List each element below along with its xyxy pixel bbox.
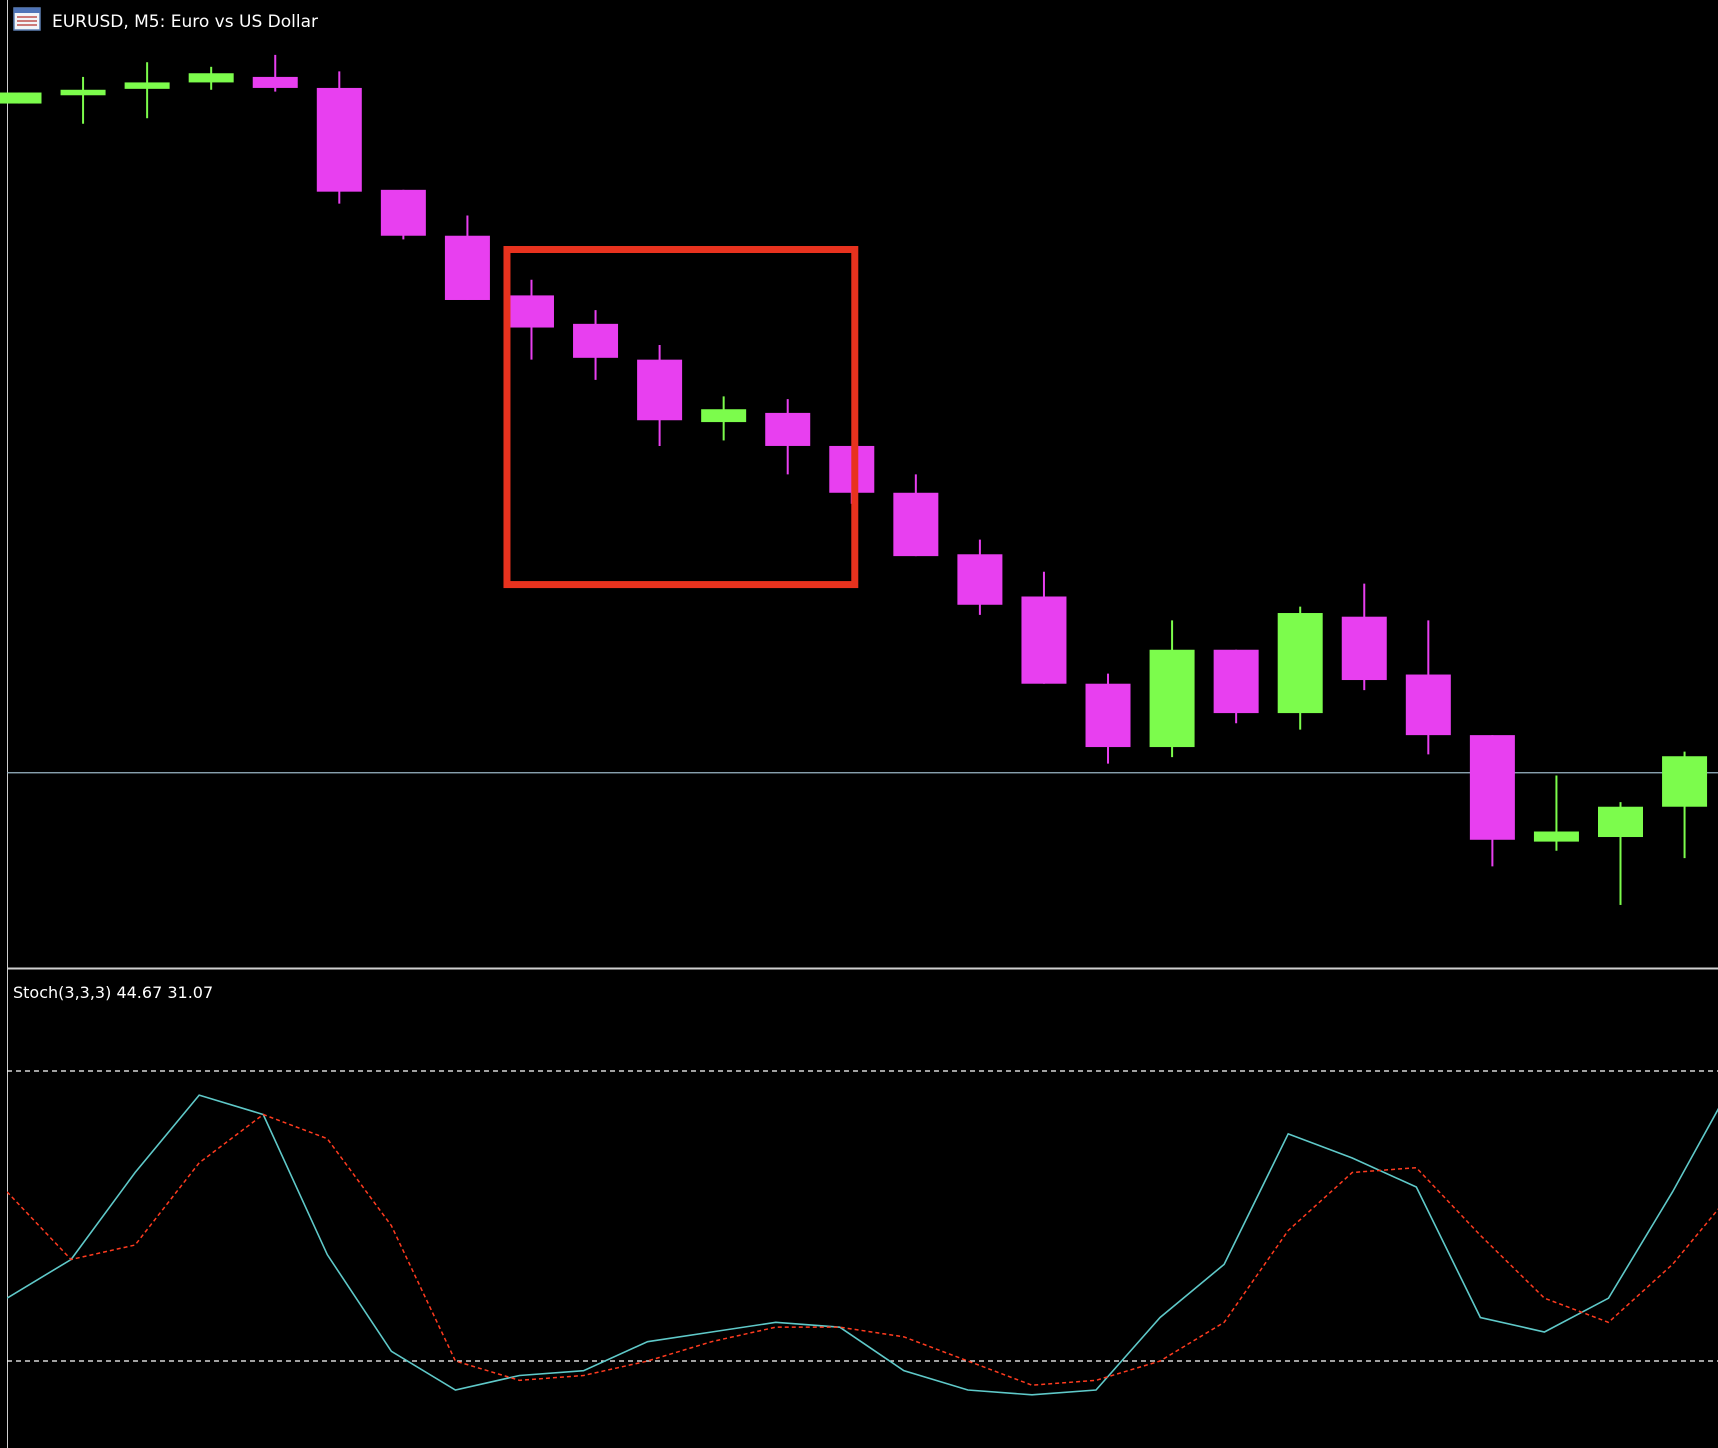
candle-body bbox=[252, 76, 298, 88]
candle bbox=[701, 396, 747, 441]
candle bbox=[1085, 673, 1131, 764]
candle-body bbox=[1662, 756, 1708, 807]
candle bbox=[0, 92, 42, 104]
candle-body bbox=[1469, 735, 1515, 840]
chart-header: EURUSD, M5: Euro vs US Dollar bbox=[13, 7, 318, 32]
candle-body bbox=[893, 492, 939, 557]
candle bbox=[1405, 620, 1451, 755]
candle bbox=[316, 71, 362, 204]
candle-body bbox=[1533, 831, 1579, 842]
candle-body bbox=[573, 323, 619, 358]
candle-body bbox=[188, 73, 234, 83]
candle-body bbox=[124, 82, 170, 89]
candle bbox=[957, 539, 1003, 615]
candle bbox=[637, 344, 683, 446]
candle-body bbox=[444, 235, 490, 300]
candle-body bbox=[0, 92, 42, 104]
candle-body bbox=[1085, 683, 1131, 748]
candle-body bbox=[637, 359, 683, 421]
chart-window-icon[interactable] bbox=[13, 7, 41, 31]
candle bbox=[1149, 620, 1195, 758]
candle-body bbox=[1149, 649, 1195, 748]
chart-window: EURUSD, M5: Euro vs US Dollar Stoch(3,3,… bbox=[0, 0, 1718, 1448]
chart-canvas: EURUSD, M5: Euro vs US Dollar Stoch(3,3,… bbox=[0, 0, 1718, 1448]
candle-body bbox=[1598, 806, 1643, 838]
candle-body bbox=[1213, 649, 1259, 714]
candle-body bbox=[701, 409, 747, 423]
candle-body bbox=[957, 554, 1003, 605]
candle bbox=[893, 474, 939, 557]
candle-body bbox=[1021, 596, 1067, 684]
chart-title: EURUSD, M5: Euro vs US Dollar bbox=[52, 12, 318, 32]
candle bbox=[508, 279, 554, 360]
stochastic-label: Stoch(3,3,3) 44.67 31.07 bbox=[13, 983, 213, 1002]
price-pane bbox=[0, 54, 1718, 905]
candle-body bbox=[60, 89, 106, 96]
stochastic-d-line bbox=[7, 1113, 1718, 1386]
candle bbox=[1662, 751, 1708, 859]
candle bbox=[1469, 735, 1515, 867]
candle bbox=[188, 66, 234, 90]
candle bbox=[124, 62, 170, 119]
candle-body bbox=[508, 295, 554, 328]
stochastic-pane bbox=[7, 1070, 1718, 1396]
candle-body bbox=[765, 412, 811, 446]
candle-body bbox=[1277, 613, 1323, 714]
candle bbox=[1533, 775, 1579, 851]
candle bbox=[1277, 606, 1323, 730]
candle bbox=[1213, 649, 1259, 724]
candle bbox=[252, 54, 298, 92]
stochastic-k-line bbox=[7, 1094, 1718, 1396]
candle bbox=[60, 76, 106, 124]
candle bbox=[380, 189, 426, 240]
candle-body bbox=[316, 87, 362, 192]
candle-body bbox=[1341, 616, 1387, 681]
candle bbox=[1341, 583, 1387, 691]
candle bbox=[444, 215, 490, 300]
candle bbox=[1021, 571, 1067, 684]
candle bbox=[573, 310, 619, 380]
candle-body bbox=[1405, 674, 1451, 736]
candle bbox=[765, 399, 811, 475]
candle-body bbox=[380, 189, 426, 236]
candle bbox=[1598, 802, 1643, 905]
